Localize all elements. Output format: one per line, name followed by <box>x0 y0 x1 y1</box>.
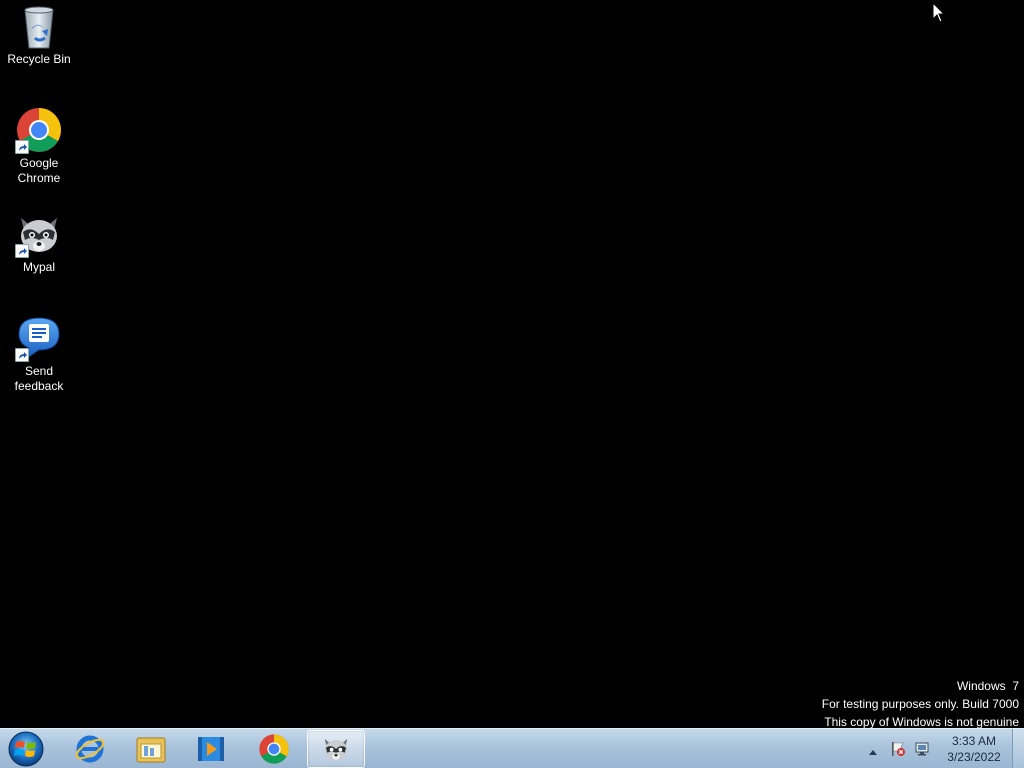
shortcut-arrow-icon <box>15 348 29 362</box>
taskbar-media-player[interactable] <box>182 730 240 768</box>
clock-time: 3:33 AM <box>951 734 997 748</box>
desktop-icon-mypal[interactable]: Mypal <box>1 210 77 275</box>
mouse-pointer-icon <box>932 1 946 29</box>
mypal-icon <box>324 739 348 761</box>
taskbar-file-explorer[interactable] <box>122 730 180 768</box>
mypal-label: Mypal <box>22 260 55 274</box>
internet-explorer-icon <box>75 735 105 763</box>
taskbar-chrome[interactable] <box>245 730 303 768</box>
action-center-flag-icon[interactable] <box>890 741 906 757</box>
chrome-icon <box>15 106 63 154</box>
chrome-icon <box>259 734 289 764</box>
taskbar-internet-explorer[interactable] <box>61 730 119 768</box>
shortcut-arrow-icon <box>15 244 29 258</box>
taskbar-clock[interactable]: 3:33 AM 3/23/2022 <box>938 733 1010 765</box>
watermark-line2: For testing purposes only. Build 7000 <box>821 697 1019 711</box>
show-hidden-icons-icon[interactable] <box>868 743 884 759</box>
desktop-icon-google-chrome[interactable]: Google Chrome <box>1 106 77 186</box>
clock-date: 3/23/2022 <box>947 750 1001 764</box>
file-explorer-icon <box>136 737 166 763</box>
watermark-line1: Windows 7 <box>956 679 1019 693</box>
taskbar: 3:33 AM 3/23/2022 <box>0 728 1024 768</box>
mypal-raccoon-icon <box>15 210 63 258</box>
network-icon[interactable] <box>914 741 930 757</box>
send-feedback-label: Send feedback <box>14 364 64 393</box>
feedback-bubble-icon <box>15 314 63 362</box>
recycle-bin-icon <box>15 2 63 50</box>
desktop-icon-recycle-bin[interactable]: Recycle Bin <box>1 2 77 67</box>
start-button[interactable] <box>4 730 48 768</box>
show-desktop-button[interactable] <box>1012 729 1024 768</box>
windows-watermark: Windows 7 For testing purposes only. Bui… <box>822 677 1019 731</box>
shortcut-arrow-icon <box>15 140 29 154</box>
google-chrome-label: Google Chrome <box>17 156 61 185</box>
recycle-bin-label: Recycle Bin <box>7 52 71 66</box>
taskbar-mypal[interactable] <box>307 730 365 768</box>
desktop-icon-send-feedback[interactable]: Send feedback <box>1 314 77 394</box>
media-player-icon <box>198 737 224 761</box>
